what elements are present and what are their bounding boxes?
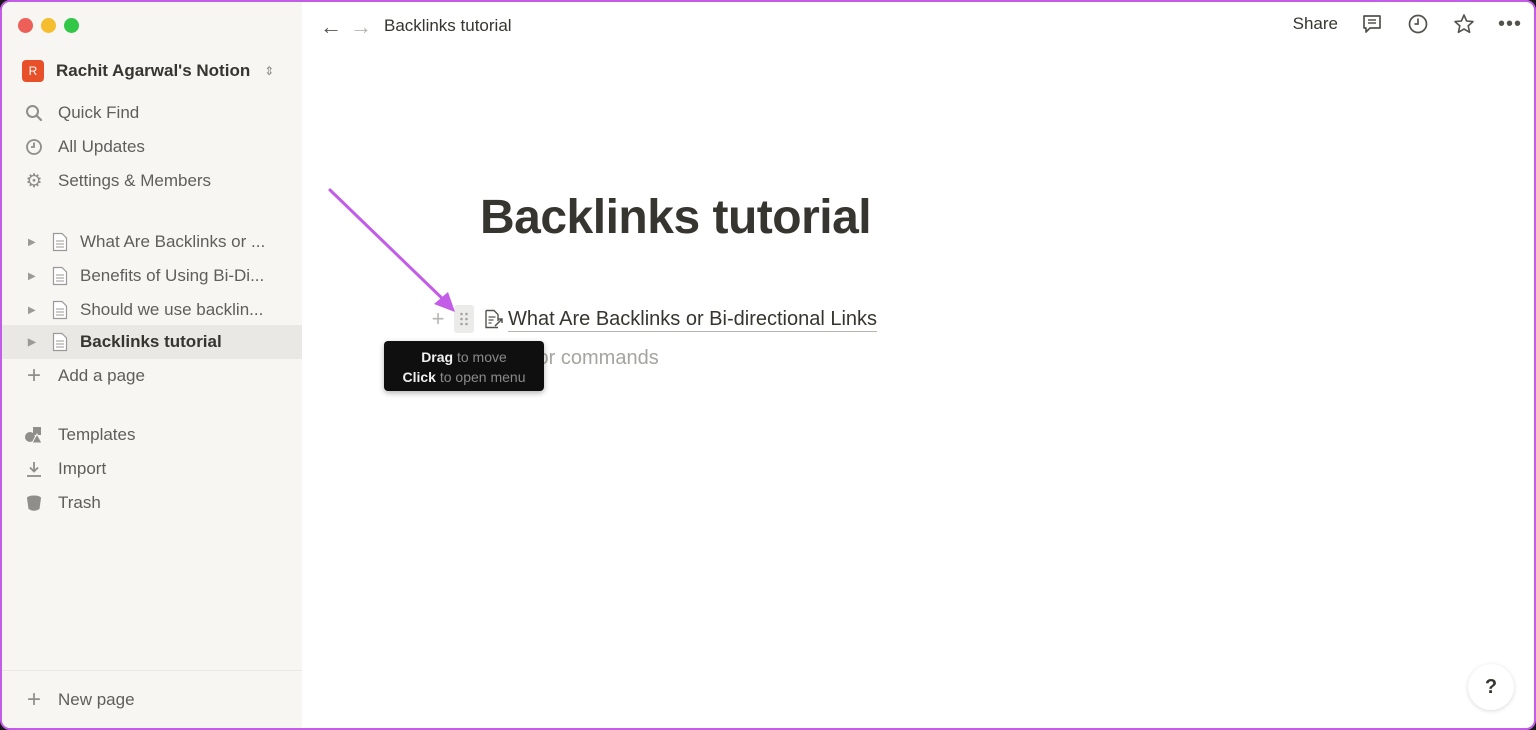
topbar-actions: Share ••• [1293, 12, 1522, 36]
sidebar-item-templates[interactable]: Templates [24, 418, 135, 452]
expand-triangle-icon[interactable]: ▶ [28, 337, 38, 348]
sidebar-item-label: Quick Find [58, 103, 140, 122]
breadcrumb[interactable]: Backlinks tutorial [384, 16, 512, 36]
sidebar-item-import[interactable]: Import [24, 452, 106, 486]
forward-arrow-icon[interactable]: → [350, 14, 372, 40]
comment-icon[interactable] [1360, 12, 1384, 36]
plus-icon: + [26, 362, 41, 389]
topbar: ← → Backlinks tutorial Share ••• [302, 2, 1534, 50]
page-title[interactable]: Backlinks tutorial [480, 190, 872, 245]
clock-icon [24, 137, 44, 157]
sidebar: R Rachit Agarwal's Notion ⇕ Quick Find A… [2, 2, 302, 728]
plus-icon: + [26, 686, 41, 713]
tooltip-click-label: Click [402, 369, 436, 385]
tooltip-line-1: Drag to move [384, 347, 544, 367]
expand-triangle-icon[interactable]: ▶ [28, 305, 38, 316]
link-block: + What Are Backlinks or Bi-directional L… [426, 305, 878, 333]
sidebar-page-item[interactable]: ▶ What Are Backlinks or ... [2, 225, 302, 259]
sidebar-page-item-active[interactable]: ▶ Backlinks tutorial [2, 325, 302, 359]
sidebar-item-all-updates[interactable]: All Updates [24, 130, 145, 164]
sidebar-page-item[interactable]: ▶ Should we use backlin... [2, 293, 302, 327]
window-controls [18, 18, 79, 33]
page-title-label: Benefits of Using Bi-Di... [80, 266, 265, 285]
sidebar-item-label: Settings & Members [58, 171, 212, 190]
page-title-label: Backlinks tutorial [80, 332, 222, 351]
more-options-icon[interactable]: ••• [1498, 12, 1522, 36]
sidebar-item-label: All Updates [58, 137, 145, 156]
tooltip-drag-text: to move [453, 349, 507, 365]
page-title-label: What Are Backlinks or ... [80, 232, 266, 251]
add-page-button[interactable]: + Add a page [24, 359, 145, 393]
tooltip-line-2: Click to open menu [384, 367, 544, 387]
sidebar-item-quick-find[interactable]: Quick Find [24, 96, 139, 130]
share-button[interactable]: Share [1293, 14, 1338, 34]
back-arrow-icon[interactable]: ← [320, 14, 342, 40]
sidebar-item-label: Trash [58, 493, 101, 512]
sidebar-item-settings[interactable]: ⚙ Settings & Members [24, 164, 211, 198]
sidebar-page-item[interactable]: ▶ Benefits of Using Bi-Di... [2, 259, 302, 293]
close-window-button[interactable] [18, 18, 33, 33]
templates-icon [24, 425, 44, 445]
expand-triangle-icon[interactable]: ▶ [28, 237, 38, 248]
chevron-updown-icon: ⇕ [264, 64, 275, 78]
search-icon [24, 103, 44, 123]
empty-block-placeholder[interactable]: for commands [532, 347, 659, 370]
page-title-label: Should we use backlin... [80, 300, 264, 319]
new-page-label: New page [58, 690, 135, 709]
star-icon[interactable] [1452, 12, 1476, 36]
new-page-button[interactable]: + New page [24, 683, 135, 717]
help-button[interactable]: ? [1468, 664, 1514, 710]
gear-icon: ⚙ [25, 170, 43, 192]
document-icon [52, 232, 68, 252]
document-icon [52, 266, 68, 286]
zoom-window-button[interactable] [64, 18, 79, 33]
document-icon [52, 300, 68, 320]
tooltip-drag-label: Drag [421, 349, 454, 365]
drag-handle-tooltip: Drag to move Click to open menu [384, 341, 544, 391]
import-icon [24, 459, 44, 479]
document-icon [52, 332, 68, 352]
sidebar-item-trash[interactable]: Trash [24, 486, 101, 520]
expand-triangle-icon[interactable]: ▶ [28, 271, 38, 282]
app-window: R Rachit Agarwal's Notion ⇕ Quick Find A… [0, 0, 1536, 730]
history-clock-icon[interactable] [1406, 12, 1430, 36]
sidebar-footer: + New page [2, 670, 302, 728]
page-link-icon [485, 309, 503, 329]
sidebar-item-label: Import [58, 459, 107, 478]
tooltip-click-text: to open menu [435, 369, 526, 385]
sidebar-item-label: Templates [58, 425, 136, 444]
workspace-name: Rachit Agarwal's Notion [56, 61, 251, 80]
add-page-label: Add a page [58, 366, 145, 385]
drag-handle-icon[interactable] [454, 305, 474, 333]
workspace-avatar: R [22, 60, 44, 82]
add-block-plus-icon[interactable]: + [426, 306, 450, 332]
trash-icon [24, 493, 44, 513]
workspace-switcher[interactable]: R Rachit Agarwal's Notion ⇕ [22, 60, 274, 82]
minimize-window-button[interactable] [41, 18, 56, 33]
page-link-text[interactable]: What Are Backlinks or Bi-directional Lin… [508, 307, 878, 332]
page-content: Backlinks tutorial + What Are Backlinks … [302, 50, 1534, 728]
